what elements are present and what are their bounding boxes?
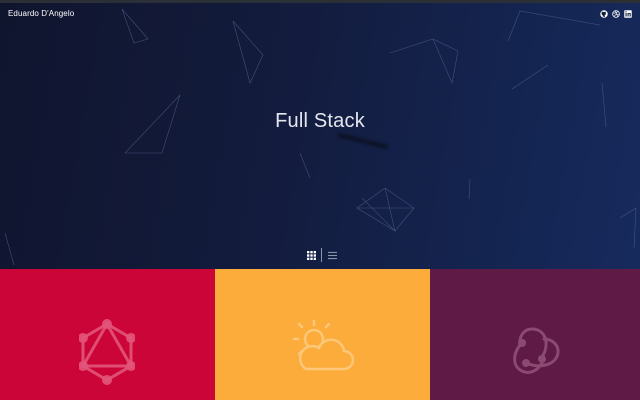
- grid-icon[interactable]: [306, 250, 316, 260]
- view-toggle: [306, 248, 337, 262]
- list-icon[interactable]: [327, 250, 337, 260]
- brand-name[interactable]: Eduardo D'Angelo: [8, 9, 74, 18]
- graphql-icon: [79, 319, 135, 385]
- project-tile-redux[interactable]: [430, 269, 640, 400]
- social-links: [600, 10, 632, 18]
- project-tile-graphql[interactable]: [0, 269, 215, 400]
- github-icon[interactable]: [600, 10, 608, 18]
- project-tiles: [0, 269, 640, 400]
- toggle-divider: [321, 248, 322, 262]
- redux-icon: [513, 327, 560, 374]
- project-tile-weather[interactable]: [215, 269, 430, 400]
- weather-icon: [292, 319, 354, 371]
- hero-title: Full Stack: [275, 110, 365, 132]
- dribbble-icon[interactable]: [612, 10, 620, 18]
- hero-section: Eduardo D'Angelo Full Stack: [0, 3, 640, 269]
- linkedin-icon[interactable]: [624, 10, 632, 18]
- background-constellation: [4, 8, 637, 266]
